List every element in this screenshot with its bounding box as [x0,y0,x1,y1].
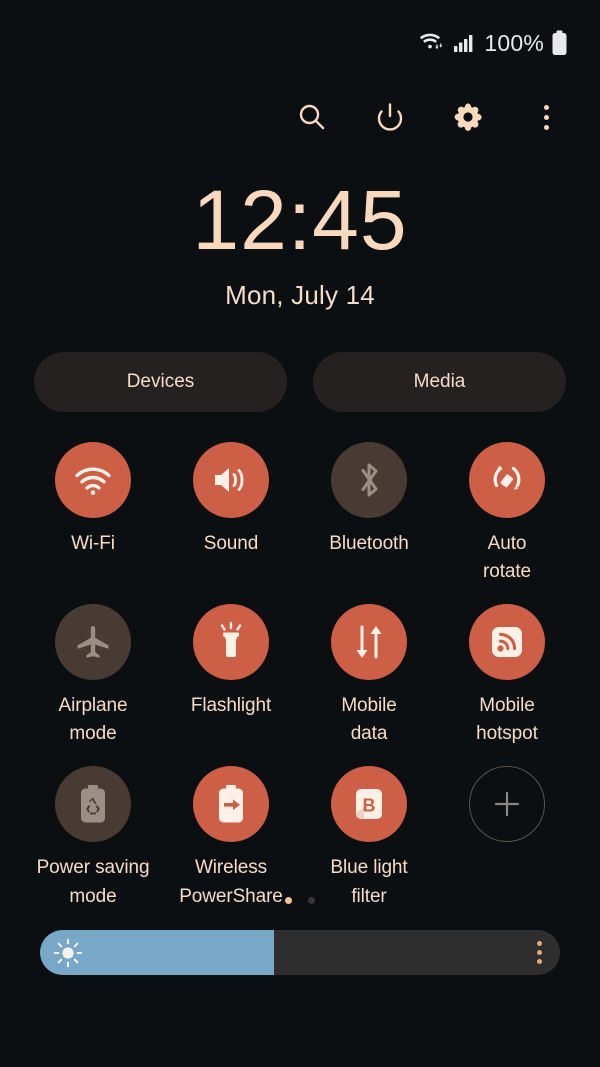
wifi-with-arrows-icon [420,32,446,54]
bluetooth-icon [331,442,407,518]
toggle-airplane-mode[interactable]: Airplane mode [24,604,162,748]
brightness-options-icon[interactable] [537,941,542,964]
toggle-label: Wi-Fi [71,533,115,554]
volume-icon [193,442,269,518]
toggle-power-saving-mode[interactable]: Power saving mode [24,766,162,910]
overflow-menu-icon[interactable] [526,97,566,137]
power-icon[interactable] [370,97,410,137]
mobile-data-icon [331,604,407,681]
blue-light-filter-icon: B [331,766,407,843]
devices-media-row: Devices Media [34,352,566,412]
toggle-label: Bluetooth [329,533,409,554]
page-indicator [0,897,600,904]
brightness-slider[interactable] [40,930,560,975]
toggle-mobile-hotspot[interactable]: Mobile hotspot [438,604,576,748]
toolbar [0,86,600,148]
status-bar: 100% [0,0,600,86]
toggle-blue-light-filter[interactable]: B Blue light filter [300,766,438,910]
toggle-label: Flashlight [190,695,272,717]
toggle-label: Airplane mode [58,695,128,745]
clock-date: Mon, July 14 [225,280,375,310]
toggle-wireless-powershare[interactable]: Wireless PowerShare [162,766,300,910]
brightness-sun-icon [53,938,83,968]
svg-text:B: B [363,796,376,816]
devices-button[interactable]: Devices [34,352,287,412]
page-dot-2[interactable] [308,897,315,904]
gear-icon[interactable] [448,97,488,137]
plus-icon [469,766,545,843]
power-share-icon [193,766,269,843]
auto-rotate-icon [469,442,545,518]
toggle-label: Auto rotate [483,533,531,583]
toggle-auto-rotate[interactable]: Auto rotate [438,442,576,586]
airplane-icon [55,604,131,681]
power-saving-icon [55,766,131,843]
toggle-label: Mobile data [341,695,397,745]
flashlight-icon [193,604,269,681]
toggle-add-button[interactable] [438,766,576,910]
wifi-icon [55,442,131,518]
media-button[interactable]: Media [313,352,566,412]
overflow-dots [543,104,549,130]
hotspot-icon [469,604,545,681]
page-dot-1[interactable] [285,897,292,904]
toggle-sound[interactable]: Sound [162,442,300,586]
toggle-bluetooth[interactable]: Bluetooth [300,442,438,586]
battery-full-icon [551,30,568,56]
toggle-flashlight[interactable]: Flashlight [162,604,300,748]
toggle-label: Mobile hotspot [476,695,538,745]
clock-area: 12:45 Mon, July 14 [0,178,600,311]
toggle-mobile-data[interactable]: Mobile data [300,604,438,748]
battery-percent-label: 100% [484,29,544,56]
search-icon[interactable] [292,97,332,137]
toggle-label: Sound [203,533,259,554]
clock-time: 12:45 [192,173,408,267]
cellular-signal-icon [453,33,475,53]
quick-toggle-grid: Wi-Fi Sound Bluetooth Auto rotate Airpla… [24,442,576,911]
quick-settings-panel: 100% 12:45 Mon, July 14 Devices Media Wi… [0,0,600,1067]
toggle-wifi[interactable]: Wi-Fi [24,442,162,586]
